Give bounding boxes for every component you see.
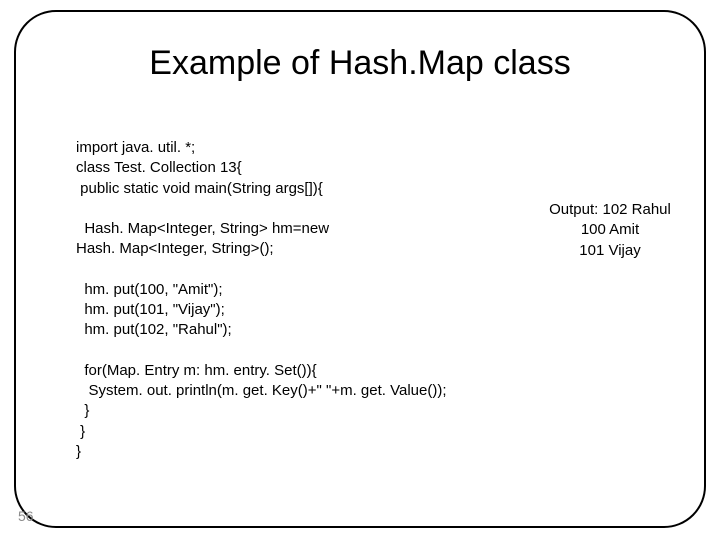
slide-title: Example of Hash.Map class	[0, 44, 720, 83]
output-line-2: 100 Amit	[530, 220, 690, 240]
output-line-1: Output: 102 Rahul	[530, 200, 690, 220]
output-line-3: 101 Vijay	[530, 241, 690, 261]
code-block: import java. util. *; class Test. Collec…	[76, 138, 496, 462]
page-number: 56	[18, 508, 34, 524]
output-block: Output: 102 Rahul 100 Amit 101 Vijay	[530, 200, 690, 261]
slide: Example of Hash.Map class import java. u…	[0, 0, 720, 540]
